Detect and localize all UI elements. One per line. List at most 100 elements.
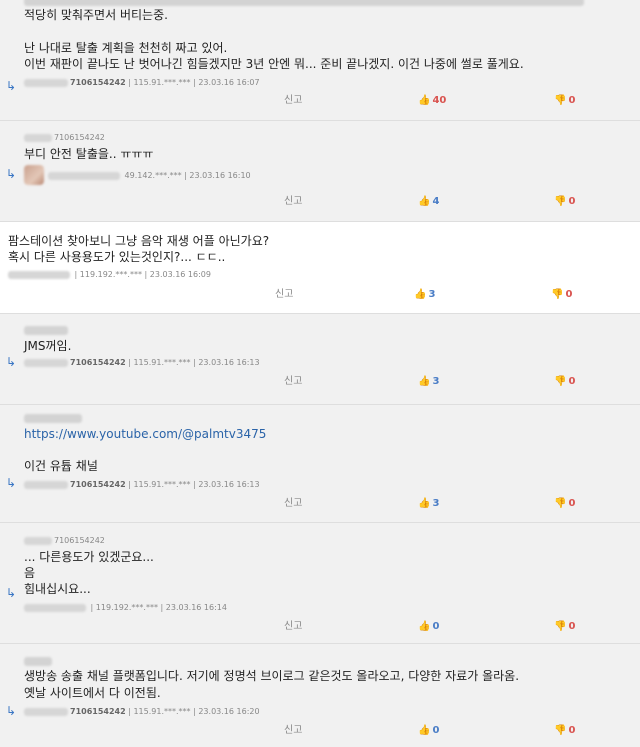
thumbs-up-icon: 👍 <box>418 196 431 207</box>
author-ip: 119.192.***.*** <box>79 270 142 279</box>
comment-reply: https://www.youtube.com/@palmtv3475 이건 유… <box>0 404 640 522</box>
comment-text: 이번 재판이 끝나도 난 벗어나긴 힘들겠지만 3년 안엔 뭐... 준비 끝나… <box>24 57 524 71</box>
report-button[interactable]: 신고 <box>284 196 302 208</box>
redacted-nickname <box>24 480 68 489</box>
downvote-button[interactable]: 👎 0 <box>554 725 575 737</box>
thumbs-up-icon: 👍 <box>418 621 431 632</box>
comment-text: 이건 유튭 채널 <box>24 459 98 473</box>
comment-text: 부디 안전 탈출을.. ㅠㅠㅠ <box>24 147 154 161</box>
author-nickname: 7106154242 <box>70 78 126 87</box>
redacted-text <box>24 0 584 6</box>
avatar <box>24 165 44 185</box>
thumbs-up-icon: 👍 <box>418 376 431 387</box>
thumbs-down-icon: 👎 <box>554 95 567 106</box>
author-ip: 115.91.***.*** <box>133 358 191 367</box>
comment-meta: 7106154242 | 115.91.***.*** | 23.03.16 1… <box>24 358 260 368</box>
redacted-nickname <box>24 707 68 716</box>
comment-meta: 7106154242 | 115.91.***.*** | 23.03.16 1… <box>24 78 260 88</box>
comment-text: 난 나대로 탈출 계획을 천천히 짜고 있어. <box>24 41 228 55</box>
report-button[interactable]: 신고 <box>284 621 302 633</box>
redacted-text <box>24 414 82 423</box>
comment-text: 옛날 사이트에서 다 이전됨. <box>24 686 161 700</box>
comment-date: 23.03.16 16:13 <box>198 480 260 489</box>
author-nickname: 7106154242 <box>70 480 126 489</box>
author-nickname: 7106154242 <box>70 358 126 367</box>
comment-date: 23.03.16 16:09 <box>149 270 211 279</box>
comment-date: 23.03.16 16:13 <box>198 358 260 367</box>
comment: 팜스테이션 찾아보니 그냥 음악 재생 어플 아닌가요? 혹시 다른 사용용도가… <box>0 221 640 313</box>
downvote-button[interactable]: 👎 0 <box>554 621 575 633</box>
comment-text: 팜스테이션 찾아보니 그냥 음악 재생 어플 아닌가요? <box>8 234 270 248</box>
comment-text: 생방송 송출 채널 플랫폼입니다. 저기에 정명석 브이로그 같은것도 올라오고… <box>24 669 520 683</box>
redacted-nickname <box>24 536 52 545</box>
redacted-nickname <box>8 270 70 279</box>
thumbs-down-icon: 👎 <box>554 498 567 509</box>
reply-arrow-icon: ↳ <box>6 79 17 93</box>
reply-arrow-icon: ↳ <box>6 586 17 600</box>
comment-reply: 7106154242 ... 다른용도가 있겠군요... 음 힘내십시요... … <box>0 522 640 643</box>
redacted-nickname <box>24 78 68 87</box>
author-id: 7106154242 <box>54 536 105 545</box>
report-button[interactable]: 신고 <box>284 725 302 737</box>
comment-reply: JMS꺼임. ↳ 7106154242 | 115.91.***.*** | 2… <box>0 313 640 404</box>
comment-header: 7106154242 <box>24 536 105 546</box>
upvote-button[interactable]: 👍 0 <box>418 725 439 737</box>
comment-date: 23.03.16 16:14 <box>165 603 227 612</box>
comment-meta: 7106154242 | 115.91.***.*** | 23.03.16 1… <box>24 480 260 490</box>
downvote-button[interactable]: 👎 0 <box>554 95 575 107</box>
upvote-button[interactable]: 👍 40 <box>418 95 446 107</box>
redacted-text <box>24 326 68 335</box>
report-button[interactable]: 신고 <box>284 376 302 388</box>
author-ip: 115.91.***.*** <box>133 78 191 87</box>
comment-date: 23.03.16 16:07 <box>198 78 260 87</box>
thumbs-down-icon: 👎 <box>554 621 567 632</box>
author-ip: 115.91.***.*** <box>133 707 191 716</box>
upvote-button[interactable]: 👍 3 <box>418 498 439 510</box>
youtube-link[interactable]: https://www.youtube.com/@palmtv3475 <box>24 426 266 442</box>
upvote-button[interactable]: 👍 3 <box>414 289 435 301</box>
reply-arrow-icon: ↳ <box>6 704 17 718</box>
comment-text: ... 다른용도가 있겠군요... <box>24 550 154 564</box>
upvote-button[interactable]: 👍 3 <box>418 376 439 388</box>
reply-arrow-icon: ↳ <box>6 167 17 181</box>
comment-meta: 7106154242 | 115.91.***.*** | 23.03.16 1… <box>24 707 260 717</box>
report-button[interactable]: 신고 <box>275 289 293 301</box>
reply-arrow-icon: ↳ <box>6 355 17 369</box>
comment-text: JMS꺼임. <box>24 339 72 353</box>
thumbs-up-icon: 👍 <box>414 289 427 300</box>
thumbs-up-icon: 👍 <box>418 95 431 106</box>
redacted-text <box>24 657 52 666</box>
redacted-nickname <box>48 171 120 180</box>
thumbs-down-icon: 👎 <box>551 289 564 300</box>
comment-text: 적당히 맞춰주면서 버티는중. <box>24 8 168 22</box>
comment-text: 힘내십시요... <box>24 582 91 596</box>
redacted-nickname <box>24 603 86 612</box>
comment-meta: | 119.192.***.*** | 23.03.16 16:09 <box>8 270 211 280</box>
downvote-button[interactable]: 👎 0 <box>554 196 575 208</box>
report-button[interactable]: 신고 <box>284 95 302 107</box>
comment-header: 7106154242 <box>24 133 105 143</box>
report-button[interactable]: 신고 <box>284 498 302 510</box>
author-nickname: 7106154242 <box>70 707 126 716</box>
comment-date: 23.03.16 16:20 <box>198 707 260 716</box>
comment-reply: 7106154242 부디 안전 탈출을.. ㅠㅠㅠ ↳ 49.142.***.… <box>0 120 640 221</box>
author-ip: 49.142.***.*** <box>124 171 182 180</box>
comment-date: 23.03.16 16:10 <box>189 171 251 180</box>
author-ip: 119.192.***.*** <box>95 603 158 612</box>
comment-reply: 생방송 송출 채널 플랫폼입니다. 저기에 정명석 브이로그 같은것도 올라오고… <box>0 643 640 747</box>
downvote-button[interactable]: 👎 0 <box>551 289 572 301</box>
thumbs-up-icon: 👍 <box>418 498 431 509</box>
downvote-button[interactable]: 👎 0 <box>554 376 575 388</box>
comment-text: 음 <box>24 566 36 580</box>
reply-arrow-icon: ↳ <box>6 476 17 490</box>
downvote-button[interactable]: 👎 0 <box>554 498 575 510</box>
author-id: 7106154242 <box>54 133 105 142</box>
upvote-button[interactable]: 👍 0 <box>418 621 439 633</box>
thumbs-down-icon: 👎 <box>554 376 567 387</box>
redacted-nickname <box>24 358 68 367</box>
thumbs-up-icon: 👍 <box>418 725 431 736</box>
upvote-button[interactable]: 👍 4 <box>418 196 439 208</box>
redacted-nickname <box>24 133 52 142</box>
thumbs-down-icon: 👎 <box>554 196 567 207</box>
comment-meta: | 119.192.***.*** | 23.03.16 16:14 <box>24 603 227 613</box>
